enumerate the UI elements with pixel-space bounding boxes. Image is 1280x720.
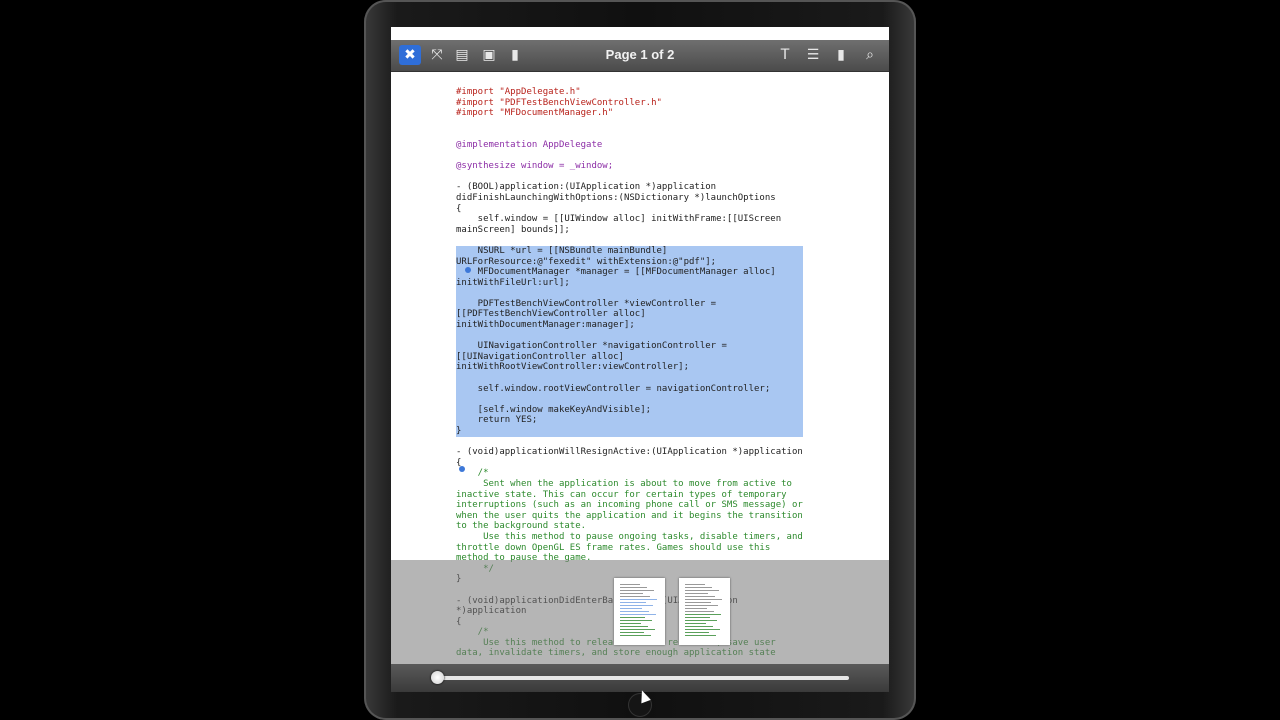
code-line: } (456, 426, 803, 437)
code-line: URLForResource:@"fexedit" withExtension:… (456, 256, 803, 268)
thumbnail-text-line (685, 602, 711, 603)
code-line: mainScreen] bounds]]; (456, 224, 570, 235)
thumbnail-text-line (685, 629, 720, 630)
thumbnail-text-line (620, 608, 642, 609)
thumbnail-text-line (685, 611, 714, 612)
code-line: #import "AppDelegate.h" (456, 87, 581, 97)
thumbnail-text-line (620, 599, 657, 600)
thumbnail-text-line (685, 617, 710, 618)
thumbnail-text-line (620, 632, 644, 633)
thumbnail-text-line (685, 584, 705, 585)
selection-end-handle[interactable] (459, 466, 465, 472)
code-line: @synthesize window = _window; (456, 161, 614, 172)
selection-start-handle[interactable] (465, 267, 471, 273)
page-slider-track[interactable] (437, 676, 849, 680)
page-thumbnail-2[interactable] (679, 578, 730, 645)
code-line: initWithRootViewController:viewControlle… (456, 362, 803, 374)
code-line: UINavigationController *navigationContro… (456, 341, 803, 352)
code-line: when the user quits the application and … (456, 510, 803, 521)
code-line: - (void)applicationWillResignActive:(UIA… (456, 447, 803, 458)
text-button[interactable]: T (774, 45, 796, 65)
code-line: return YES; (456, 415, 803, 426)
thumbnail-text-line (620, 593, 643, 594)
page-slider-bar (391, 664, 889, 692)
code-line: self.window = [[UIWindow alloc] initWith… (456, 214, 782, 225)
thumbnail-bar (391, 560, 889, 664)
code-line: PDFTestBenchViewController *viewControll… (456, 298, 803, 310)
code-line: didFinishLaunchingWithOptions:(NSDiction… (456, 192, 776, 203)
code-line (456, 330, 803, 342)
thumbnail-text-line (620, 617, 645, 618)
thumbnail-text-line (620, 626, 648, 627)
code-line: [[UINavigationController alloc] (456, 351, 803, 363)
thumbnail-text-line (620, 629, 655, 630)
code-line: MFDocumentManager *manager = [[MFDocumen… (456, 267, 803, 278)
code-line: Sent when the application is about to mo… (456, 478, 792, 489)
code-line: initWithFileUrl:url]; (456, 277, 803, 289)
thumbnail-text-line (620, 623, 641, 624)
code-line: #import "PDFTestBenchViewController.h" (456, 97, 662, 108)
bookmark-button[interactable]: ▮ (830, 45, 852, 65)
code-line: throttle down OpenGL ES frame rates. Gam… (456, 542, 771, 553)
thumbnail-text-line (620, 590, 654, 591)
code-line: to the background state. (456, 521, 587, 532)
list-icon: ☰ (806, 47, 820, 63)
search-button[interactable]: ⌕ (859, 45, 881, 65)
code-line: Use this method to pause ongoing tasks, … (456, 531, 803, 542)
thumbnail-text-line (620, 611, 649, 612)
code-line: initWithDocumentManager:manager]; (456, 320, 803, 331)
code-line (456, 373, 803, 384)
thumbnail-text-line (685, 626, 713, 627)
page-slider-knob[interactable] (431, 671, 444, 684)
thumbnail-text-line (620, 584, 640, 585)
code-line: [self.window makeKeyAndVisible]; (456, 404, 803, 416)
thumbnail-text-line (685, 593, 708, 594)
code-line: interruptions (such as an incoming phone… (456, 500, 803, 511)
code-line: /* (456, 468, 489, 479)
thumbnail-text-line (685, 620, 717, 621)
thumbnail-text-line (685, 623, 706, 624)
thumbnail-text-line (685, 599, 722, 600)
search-icon: ⌕ (866, 47, 874, 63)
code-line: { (456, 457, 462, 468)
code-line: { (456, 203, 462, 214)
thumbnail-text-line (685, 614, 721, 615)
thumbnail-text-line (685, 596, 715, 597)
code-line: NSURL *url = [[NSBundle mainBundle] (456, 245, 803, 257)
code-line (456, 394, 803, 405)
toolbar: ✖ ⤧ ▤ ▣ ▮ Page 1 of 2 T ☰ ▮ ⌕ (391, 40, 889, 72)
thumbnail-text-line (685, 587, 712, 588)
thumbnail-text-line (620, 620, 652, 621)
thumbnail-text-line (685, 608, 707, 609)
text-icon: T (780, 47, 790, 63)
code-line: - (BOOL)application:(UIApplication *)app… (456, 182, 717, 193)
code-line: @implementation AppDelegate (456, 139, 603, 150)
thumbnail-text-line (685, 632, 709, 633)
thumbnail-text-line (620, 587, 647, 588)
code-line: inactive state. This can occur for certa… (456, 489, 787, 500)
thumbnail-text-line (620, 602, 646, 603)
status-bar (391, 27, 889, 40)
thumbnail-text-line (685, 590, 719, 591)
code-line: #import "MFDocumentManager.h" (456, 108, 614, 119)
thumbnail-text-line (620, 605, 653, 606)
thumbnail-text-line (685, 605, 718, 606)
thumbnail-text-line (685, 635, 716, 636)
ipad-screen: ✖ ⤧ ▤ ▣ ▮ Page 1 of 2 T ☰ ▮ ⌕ #import "A… (391, 27, 889, 692)
code-line: [[PDFTestBenchViewController alloc] (456, 309, 803, 321)
page-thumbnail-1[interactable] (614, 578, 665, 645)
code-line: self.window.rootViewController = navigat… (456, 383, 803, 395)
code-line (456, 288, 803, 299)
thumbnail-text-line (620, 635, 651, 636)
thumbnail-text-line (620, 596, 650, 597)
bookmark-icon: ▮ (837, 47, 845, 63)
list-button[interactable]: ☰ (802, 45, 824, 65)
thumbnail-text-line (620, 614, 656, 615)
